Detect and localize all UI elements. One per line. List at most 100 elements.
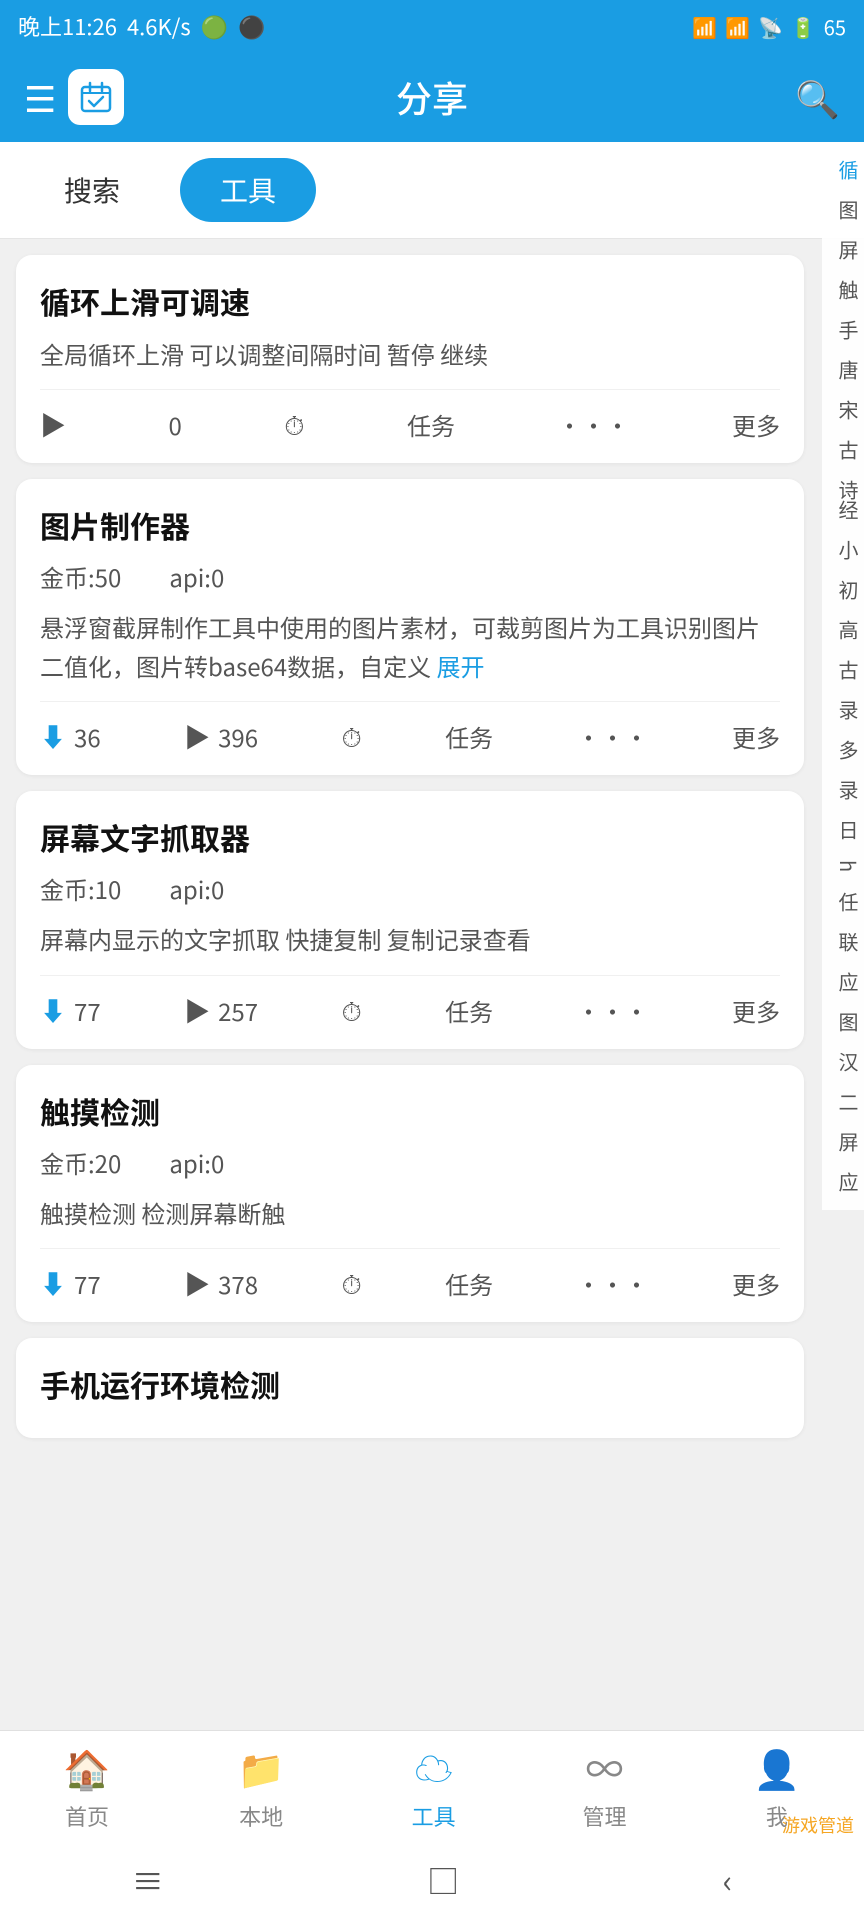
battery-icon: 🔋 (791, 12, 816, 41)
sidebar-item-17[interactable]: h (822, 850, 864, 882)
sidebar-item-6[interactable]: 宋 (822, 390, 864, 430)
card2-more[interactable]: 更多 (732, 719, 780, 754)
sidebar-item-23[interactable]: 二 (822, 1082, 864, 1122)
card1-actions: ▶ 0 ⏱ 任务 ··· 更多 (40, 389, 780, 443)
status-speed: 4.6K/s (127, 10, 191, 42)
card4-task[interactable]: 任务 (445, 1266, 493, 1301)
card3-title: 屏幕文字抓取器 (40, 815, 780, 859)
timer-icon: ⏱ (284, 406, 304, 443)
card1-timer[interactable]: ⏱ (284, 406, 304, 443)
hamburger-icon[interactable]: ☰ (24, 71, 56, 123)
card1-task[interactable]: 任务 (407, 407, 455, 442)
sidebar-item-15[interactable]: 录 (822, 770, 864, 810)
card2-task[interactable]: 任务 (445, 719, 493, 754)
sidebar-item-16[interactable]: 日 (822, 810, 864, 850)
sidebar-item-4[interactable]: 手 (822, 310, 864, 350)
top-nav: ☰ 分享 🔍 (0, 52, 864, 142)
card4-play-count: 378 (218, 1266, 258, 1301)
sidebar-item-8[interactable]: 诗经 (822, 470, 864, 530)
sidebar-item-3[interactable]: 触 (822, 270, 864, 310)
card3-more-label: 更多 (732, 993, 780, 1028)
card4-more-label: 更多 (732, 1266, 780, 1301)
sidebar-item-24[interactable]: 屏 (822, 1122, 864, 1162)
card4-more-dots[interactable]: ··· (577, 1266, 649, 1301)
card2-more-dots[interactable]: ··· (577, 719, 649, 754)
sidebar-item-13[interactable]: 录 (822, 690, 864, 730)
sidebar-item-11[interactable]: 高 (822, 610, 864, 650)
card2-api: api:0 (169, 559, 224, 594)
sidebar-item-10[interactable]: 初 (822, 570, 864, 610)
nav-manage[interactable]: ∞ 管理 (582, 1739, 626, 1832)
menu-btn[interactable]: ≡ (132, 1857, 164, 1903)
nav-manage-label: 管理 (582, 1800, 626, 1832)
tab-tools[interactable]: 工具 (180, 158, 316, 222)
card1-more-dots[interactable]: ··· (558, 407, 630, 442)
sidebar-item-21[interactable]: 图 (822, 1002, 864, 1042)
card4-meta: 金币:20 api:0 (40, 1145, 780, 1180)
timer4-icon: ⏱ (341, 1265, 361, 1302)
card3-more[interactable]: 更多 (732, 993, 780, 1028)
status-right: 📶 📶 📡 🔋 65 (692, 12, 846, 41)
status-bar: 晚上11:26 4.6K/s 🟢 ⚫ 📶 📶 📡 🔋 65 (0, 0, 864, 52)
card3-meta: 金币:10 api:0 (40, 871, 780, 906)
search-icon[interactable]: 🔍 (795, 71, 840, 123)
sidebar-item-12[interactable]: 古 (822, 650, 864, 690)
sidebar-item-20[interactable]: 应 (822, 962, 864, 1002)
card3-timer[interactable]: ⏱ (341, 992, 361, 1029)
sidebar-item-5[interactable]: 唐 (822, 350, 864, 390)
play2-icon: ▶ (184, 718, 210, 755)
card2-download-count: 36 (74, 719, 101, 754)
sidebar-item-9[interactable]: 小 (822, 530, 864, 570)
card2-more-label: 更多 (732, 719, 780, 754)
sidebar-item-18[interactable]: 任 (822, 882, 864, 922)
status-time: 晚上11:26 (18, 10, 117, 42)
nav-local[interactable]: 📁 本地 (238, 1739, 285, 1832)
nav-tools[interactable]: ☁ 工具 (412, 1739, 456, 1832)
sidebar-item-0[interactable]: 循 (822, 150, 864, 190)
download-icon: ⬇ (40, 718, 66, 755)
card3-coins: 金币:10 (40, 871, 121, 906)
card1-play-count: 0 (168, 407, 181, 442)
card2-meta: 金币:50 api:0 (40, 559, 780, 594)
tab-search[interactable]: 搜索 (24, 158, 160, 222)
card4-download-btn[interactable]: ⬇ 77 (40, 1265, 101, 1302)
timer3-icon: ⏱ (341, 992, 361, 1029)
sidebar-item-14[interactable]: 多 (822, 730, 864, 770)
card2-expand-btn[interactable]: 展开 (437, 648, 485, 683)
card1-more[interactable]: 更多 (732, 407, 780, 442)
card2-download-btn[interactable]: ⬇ 36 (40, 718, 101, 755)
nav-tools-label: 工具 (412, 1800, 456, 1832)
sidebar-item-22[interactable]: 汉 (822, 1042, 864, 1082)
card3-play-btn[interactable]: ▶ 257 (184, 992, 258, 1029)
card1-more-label: 更多 (732, 407, 780, 442)
card3-more-dots[interactable]: ··· (577, 993, 649, 1028)
cloud-icon: ☁ (415, 1739, 453, 1794)
play4-icon: ▶ (184, 1265, 210, 1302)
card2-play-btn[interactable]: ▶ 396 (184, 718, 258, 755)
sidebar-item-1[interactable]: 图 (822, 190, 864, 230)
card3-download-btn[interactable]: ⬇ 77 (40, 992, 101, 1029)
card3-task[interactable]: 任务 (445, 993, 493, 1028)
card4-more[interactable]: 更多 (732, 1266, 780, 1301)
card4-play-btn[interactable]: ▶ 378 (184, 1265, 258, 1302)
card4-timer[interactable]: ⏱ (341, 1265, 361, 1302)
infinity-icon: ∞ (585, 1739, 623, 1794)
system-bar: ≡ □ ‹ (0, 1840, 864, 1920)
sidebar-item-19[interactable]: 联 (822, 922, 864, 962)
card5-title: 手机运行环境检测 (40, 1362, 780, 1406)
back-btn[interactable]: ‹ (723, 1857, 733, 1903)
card1-play-btn[interactable]: ▶ (40, 406, 66, 443)
sidebar-item-2[interactable]: 屏 (822, 230, 864, 270)
download4-icon: ⬇ (40, 1265, 66, 1302)
sidebar-item-7[interactable]: 古 (822, 430, 864, 470)
user-icon: 👤 (753, 1739, 800, 1794)
home-btn[interactable]: □ (427, 1857, 459, 1903)
nav-home[interactable]: 🏠 首页 (63, 1739, 110, 1832)
card-image-maker: 图片制作器 金币:50 api:0 悬浮窗截屏制作工具中使用的图片素材，可裁剪图… (16, 479, 804, 775)
card4-title: 触摸检测 (40, 1089, 780, 1133)
card3-desc: 屏幕内显示的文字抓取 快捷复制 复制记录查看 (40, 920, 780, 958)
card2-timer[interactable]: ⏱ (341, 718, 361, 755)
watermark: 游戏管道 (782, 1812, 854, 1838)
calendar-icon[interactable] (68, 69, 124, 125)
sidebar-item-25[interactable]: 应 (822, 1162, 864, 1202)
